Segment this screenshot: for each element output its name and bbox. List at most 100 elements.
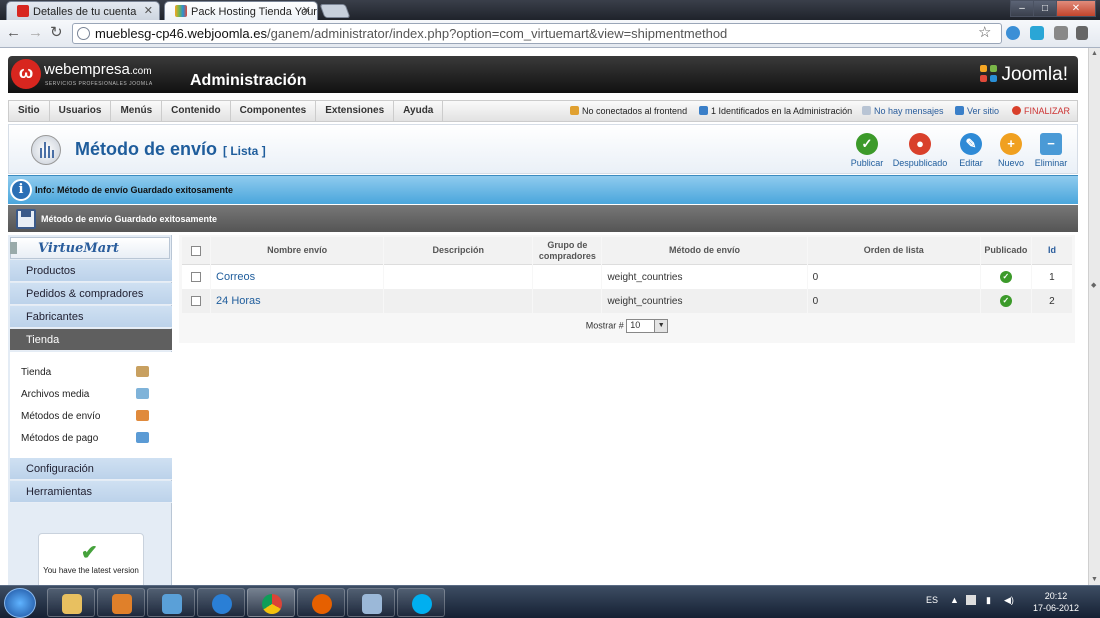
col-orden[interactable]: Orden de lista bbox=[807, 237, 980, 265]
back-arrow-icon[interactable]: ← bbox=[6, 25, 21, 41]
status-messages[interactable]: No hay mensajes bbox=[862, 106, 944, 116]
logout-link[interactable]: FINALIZAR bbox=[1012, 106, 1070, 116]
menu-menus[interactable]: Menús bbox=[111, 101, 163, 121]
row-published-cell: ✓ bbox=[980, 265, 1031, 289]
url-input[interactable]: mueblesg-cp46.webjoomla.es/ganem/adminis… bbox=[72, 23, 1002, 44]
edit-button[interactable]: ✎ Editar bbox=[953, 133, 989, 168]
media-icon bbox=[136, 388, 149, 399]
maximize-icon[interactable]: □ bbox=[1033, 0, 1057, 17]
wrench-menu-icon[interactable] bbox=[1076, 26, 1088, 40]
delete-button[interactable]: − Eliminar bbox=[1031, 133, 1071, 168]
volume-icon[interactable]: ◀) bbox=[1004, 595, 1014, 606]
view-site-link[interactable]: Ver sitio bbox=[955, 106, 999, 116]
published-check-icon[interactable]: ✓ bbox=[999, 295, 1012, 307]
floppy-disk-icon bbox=[16, 209, 36, 229]
taskbar-firefox[interactable] bbox=[297, 588, 345, 617]
joomla-logo-icon bbox=[980, 65, 998, 83]
menu-sitio[interactable]: Sitio bbox=[9, 101, 50, 121]
close-window-icon[interactable]: ✕ bbox=[1056, 0, 1096, 17]
scroll-up-icon[interactable]: ▲ bbox=[1091, 50, 1098, 57]
status-admin-text: 1 Identificados en la Administración bbox=[711, 106, 853, 116]
sidebar-item-tienda[interactable]: Tienda bbox=[10, 329, 172, 351]
row-checkbox[interactable] bbox=[191, 271, 202, 282]
col-descripcion[interactable]: Descripción bbox=[384, 237, 533, 265]
unpublish-button[interactable]: ● Despublicado bbox=[891, 133, 949, 168]
taskbar-messenger[interactable] bbox=[147, 588, 195, 617]
tab-close-icon[interactable]: ✕ bbox=[302, 4, 311, 17]
col-id[interactable]: Id bbox=[1031, 237, 1072, 265]
start-button[interactable] bbox=[4, 588, 36, 618]
forward-arrow-icon[interactable]: → bbox=[28, 25, 43, 41]
taskbar-media-player[interactable] bbox=[97, 588, 145, 617]
list-limit-select[interactable]: 10 ▼ bbox=[626, 319, 669, 333]
network-flag-icon[interactable] bbox=[966, 595, 976, 605]
tray-arrow-icon[interactable]: ▲ bbox=[950, 595, 959, 605]
col-grupo[interactable]: Grupo de compradores bbox=[533, 237, 602, 265]
language-indicator[interactable]: ES bbox=[926, 595, 938, 605]
row-method: weight_countries bbox=[602, 265, 807, 289]
tab-close-icon[interactable]: ✕ bbox=[144, 4, 153, 17]
select-all-cell bbox=[182, 237, 211, 265]
row-name-link[interactable]: 24 Horas bbox=[216, 295, 261, 307]
system-clock[interactable]: 20:12 17-06-2012 bbox=[1028, 590, 1084, 614]
row-name-cell: Correos bbox=[211, 265, 384, 289]
menu-componentes[interactable]: Componentes bbox=[231, 101, 317, 121]
sidebar-item-fabricantes[interactable]: Fabricantes bbox=[10, 306, 172, 328]
list-limit-value: 10 bbox=[630, 320, 641, 330]
minimize-icon[interactable]: – bbox=[1010, 0, 1034, 17]
scroll-down-icon[interactable]: ▼ bbox=[1091, 576, 1098, 583]
new-button[interactable]: + Nuevo bbox=[993, 133, 1029, 168]
menu-contenido[interactable]: Contenido bbox=[162, 101, 231, 121]
col-metodo[interactable]: Método de envío bbox=[602, 237, 807, 265]
page-title: Método de envío [ Lista ] bbox=[75, 139, 266, 160]
signal-icon[interactable]: ▮ bbox=[986, 595, 991, 606]
sidebar-collapse-icon[interactable] bbox=[10, 242, 17, 254]
taskbar-chrome[interactable] bbox=[247, 588, 295, 617]
edit-label: Editar bbox=[959, 158, 983, 168]
submenu-metodos-envio[interactable]: Métodos de envío bbox=[21, 411, 101, 422]
taskbar-skype[interactable] bbox=[397, 588, 445, 617]
col-publicado[interactable]: Publicado bbox=[980, 237, 1031, 265]
menu-extensiones[interactable]: Extensiones bbox=[316, 101, 395, 121]
logout-text: FINALIZAR bbox=[1024, 106, 1071, 116]
extension-skype-icon[interactable] bbox=[1030, 26, 1044, 40]
extension-eye-icon[interactable] bbox=[1006, 26, 1020, 40]
select-all-checkbox[interactable] bbox=[191, 245, 202, 256]
page-scrollbar[interactable]: ▲ ◆ ▼ bbox=[1088, 48, 1100, 585]
sidebar-item-productos[interactable]: Productos bbox=[10, 260, 172, 282]
unpublish-label: Despublicado bbox=[892, 158, 948, 168]
tab-detalles[interactable]: Detalles de tu cuenta ✕ bbox=[6, 1, 160, 20]
taskbar-ie[interactable] bbox=[197, 588, 245, 617]
submenu-metodos-pago[interactable]: Métodos de pago bbox=[21, 433, 98, 444]
taskbar-explorer[interactable] bbox=[47, 588, 95, 617]
menu-usuarios[interactable]: Usuarios bbox=[50, 101, 112, 121]
row-id: 1 bbox=[1031, 265, 1072, 289]
view-site-text: Ver sitio bbox=[967, 106, 1000, 116]
mail-icon bbox=[862, 106, 871, 115]
sidebar-item-herramientas[interactable]: Herramientas bbox=[10, 481, 172, 503]
bookmark-star-icon[interactable]: ☆ bbox=[978, 23, 991, 41]
reload-icon[interactable]: ↻ bbox=[50, 25, 63, 41]
submenu-tienda[interactable]: Tienda bbox=[21, 367, 51, 378]
menu-ayuda[interactable]: Ayuda bbox=[394, 101, 444, 121]
new-tab-button[interactable] bbox=[319, 4, 351, 18]
version-status-text: You have the latest version bbox=[43, 566, 139, 575]
published-check-icon[interactable]: ✓ bbox=[999, 271, 1012, 283]
messenger-icon bbox=[162, 594, 182, 614]
submenu-archivos-media[interactable]: Archivos media bbox=[21, 389, 89, 400]
col-nombre[interactable]: Nombre envío bbox=[211, 237, 384, 265]
taskbar-notes[interactable] bbox=[347, 588, 395, 617]
row-checkbox[interactable] bbox=[191, 295, 202, 306]
row-id: 2 bbox=[1031, 289, 1072, 313]
tab-pack-hosting[interactable]: Pack Hosting Tienda Yoursi ✕ bbox=[164, 1, 318, 20]
skype-icon bbox=[412, 594, 432, 614]
publish-button[interactable]: ✓ Publicar bbox=[847, 133, 887, 168]
pagination-footer: Mostrar # 10 ▼ bbox=[179, 319, 1075, 333]
extension-puzzle-icon[interactable] bbox=[1054, 26, 1068, 40]
webempresa-logo-icon: ω bbox=[11, 59, 41, 89]
row-name-link[interactable]: Correos bbox=[216, 271, 255, 283]
sidebar-item-pedidos[interactable]: Pedidos & compradores bbox=[10, 283, 172, 305]
admin-menu-bar: Sitio Usuarios Menús Contenido Component… bbox=[8, 100, 1078, 122]
sidebar-item-configuracion[interactable]: Configuración bbox=[10, 458, 172, 480]
brand-name: webempresa.com bbox=[44, 61, 152, 78]
